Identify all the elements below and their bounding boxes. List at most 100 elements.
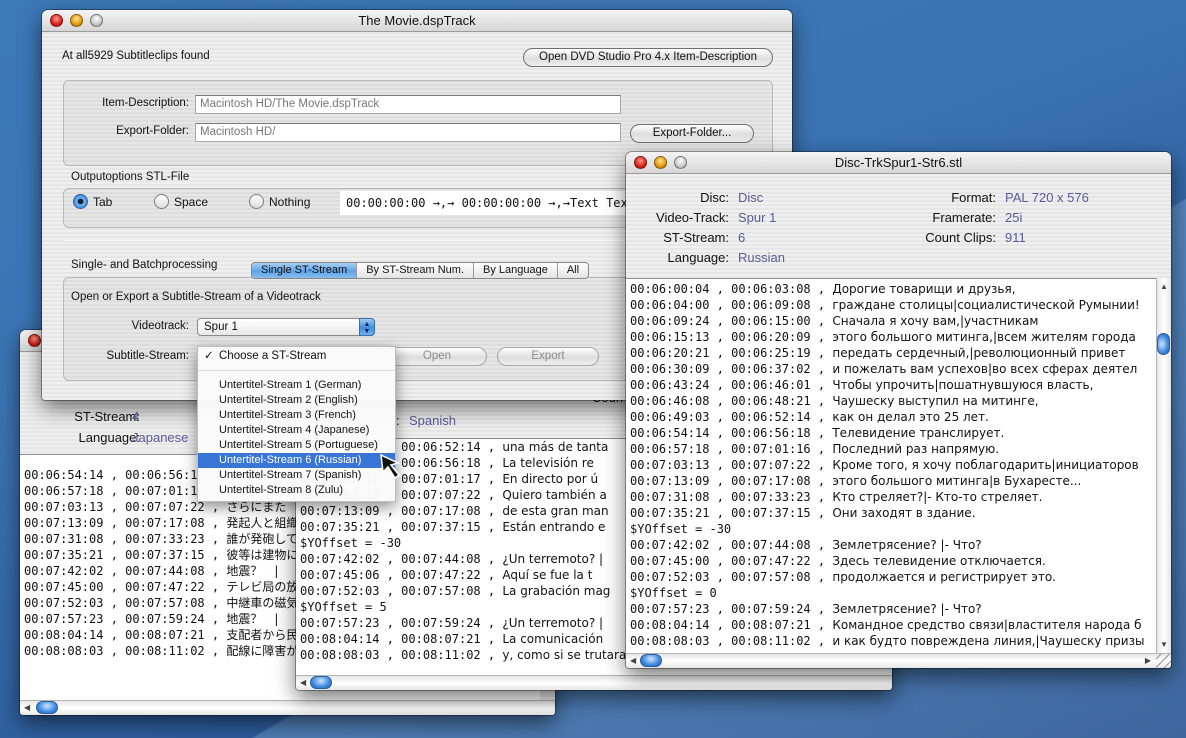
open-button[interactable]: Open — [387, 347, 487, 366]
subtitle-row[interactable]: 00:07:45:00 , 00:07:47:22 , Здесь телеви… — [630, 553, 1156, 569]
scroll-thumb[interactable] — [310, 676, 332, 689]
open-dvd-studio-button[interactable]: Open DVD Studio Pro 4.x Item-Description — [523, 48, 773, 67]
scroll-thumb[interactable] — [36, 701, 58, 714]
menu-item-stream-2[interactable]: Untertitel-Stream 2 (English) — [198, 393, 395, 408]
tab-single-st-stream[interactable]: Single ST-Stream — [252, 263, 358, 278]
subtitle-text: Дорогие товарищи и друзья, — [832, 282, 1016, 296]
subtitle-row[interactable]: 00:07:35:21 , 00:07:37:15 , Они заходят … — [630, 505, 1156, 521]
subtitle-row[interactable]: 00:06:49:03 , 00:06:52:14 , как он делал… — [630, 409, 1156, 425]
radio-button[interactable] — [154, 194, 169, 209]
horizontal-scrollbar[interactable]: ◀ ▶ — [626, 653, 1171, 668]
directive-row[interactable]: $YOffset = 0 — [630, 585, 1156, 601]
close-icon[interactable] — [634, 156, 647, 169]
subtitle-row[interactable]: 00:07:57:23 , 00:07:59:24 , Землетрясени… — [630, 601, 1156, 617]
menu-item-stream-7[interactable]: Untertitel-Stream 7 (Spanish) — [198, 468, 395, 483]
subtitle-row[interactable]: 00:07:31:08 , 00:07:33:23 , Кто стреляет… — [630, 489, 1156, 505]
separator: , — [709, 618, 732, 632]
radio-button[interactable] — [249, 194, 264, 209]
subtitle-text: 支配者から民 — [226, 628, 299, 642]
radio-button[interactable] — [73, 194, 88, 209]
menu-item-stream-4[interactable]: Untertitel-Stream 4 (Japanese) — [198, 423, 395, 438]
window-title: The Movie.dspTrack — [358, 13, 476, 28]
scroll-left-icon[interactable]: ◀ — [630, 656, 636, 665]
resize-grip-icon[interactable] — [1156, 654, 1171, 668]
subtitle-row[interactable]: 00:06:04:00 , 00:06:09:08 , граждане сто… — [630, 297, 1156, 313]
scroll-right-icon[interactable]: ▶ — [1145, 656, 1151, 665]
end-timecode: 00:06:15:00 — [731, 314, 811, 328]
end-timecode: 00:07:07:22 — [125, 500, 205, 514]
subtitle-row[interactable]: 00:06:09:24 , 00:06:15:00 , Сначала я хо… — [630, 313, 1156, 329]
scroll-left-icon[interactable]: ◀ — [300, 678, 306, 687]
subtitle-row[interactable]: 00:06:20:21 , 00:06:25:19 , передать сер… — [630, 345, 1156, 361]
titlebar[interactable]: The Movie.dspTrack — [42, 10, 792, 32]
subtitle-row[interactable]: 00:07:52:03 , 00:07:57:08 , продолжается… — [630, 569, 1156, 585]
subtitle-row[interactable]: 00:06:46:08 , 00:06:48:21 , Чаушеску выс… — [630, 393, 1156, 409]
subtitle-row[interactable]: 00:07:03:13 , 00:07:07:22 , Кроме того, … — [630, 457, 1156, 473]
subtitle-row[interactable]: 00:08:08:03 , 00:08:11:02 , и как будто … — [630, 633, 1156, 649]
radio-tab[interactable]: Tab — [73, 194, 112, 209]
subtitle-row[interactable]: 00:07:42:02 , 00:07:44:08 , Землетрясени… — [630, 537, 1156, 553]
separator: , — [204, 628, 227, 642]
scroll-left-icon[interactable]: ◀ — [24, 703, 30, 712]
tab-by-language[interactable]: By Language — [474, 263, 558, 278]
export-folder-field[interactable]: Macintosh HD/ — [195, 123, 621, 142]
scroll-thumb[interactable] — [640, 654, 662, 667]
end-timecode: 00:06:25:19 — [731, 346, 811, 360]
horizontal-scrollbar[interactable]: ◀ — [20, 700, 555, 715]
start-timecode: 00:06:15:13 — [630, 330, 710, 344]
subtitle-row[interactable]: 00:06:30:09 , 00:06:37:02 , и пожелать в… — [630, 361, 1156, 377]
start-timecode: 00:07:45:00 — [24, 580, 104, 594]
separator: , — [103, 580, 126, 594]
subtitle-stream-menu: ✓ Choose a ST-Stream Untertitel-Stream 1… — [197, 346, 396, 502]
subtitle-stream-label: Subtitle-Stream: — [106, 350, 189, 362]
videotrack-select[interactable]: Spur 1 ▲ ▼ — [197, 318, 375, 336]
separator: , — [204, 596, 227, 610]
subtitle-row[interactable]: 00:06:15:13 , 00:06:20:09 , этого большо… — [630, 329, 1156, 345]
directive-text: $YOffset = -30 — [300, 536, 402, 550]
item-description-field[interactable]: Macintosh HD/The Movie.dspTrack — [195, 95, 621, 114]
export-button[interactable]: Export — [497, 347, 599, 366]
scroll-down-icon[interactable]: ▼ — [1160, 640, 1168, 649]
zoom-icon[interactable] — [674, 156, 687, 169]
subtitle-row[interactable]: 00:07:13:09 , 00:07:17:08 , этого большо… — [630, 473, 1156, 489]
menu-separator — [198, 370, 395, 371]
subtitle-row[interactable]: 00:06:57:18 , 00:07:01:16 , Последний ра… — [630, 441, 1156, 457]
minimize-icon[interactable] — [70, 14, 83, 27]
subtitle-row[interactable]: 00:06:43:24 , 00:06:46:01 , Чтобы упрочи… — [630, 377, 1156, 393]
menu-item-stream-6[interactable]: Untertitel-Stream 6 (Russian) — [198, 453, 395, 468]
horizontal-scrollbar[interactable]: ◀ — [296, 675, 892, 690]
tab-by-st-stream-num[interactable]: By ST-Stream Num. — [357, 263, 474, 278]
start-timecode: 00:07:57:23 — [630, 602, 710, 616]
subtitle-row[interactable]: 00:06:54:14 , 00:06:56:18 , Телевидение … — [630, 425, 1156, 441]
status-text: At all5929 Subtitleclips found — [62, 50, 210, 62]
menu-item-choose-st-stream[interactable]: ✓ Choose a ST-Stream — [198, 349, 395, 364]
menu-item-stream-3[interactable]: Untertitel-Stream 3 (French) — [198, 408, 395, 423]
radio-space[interactable]: Space — [154, 194, 208, 209]
separator: , — [480, 552, 503, 566]
titlebar[interactable]: Disc-TrkSpur1-Str6.stl — [626, 152, 1171, 174]
scroll-up-icon[interactable]: ▲ — [1160, 282, 1168, 291]
scroll-thumb[interactable] — [1157, 333, 1170, 355]
subtitle-list[interactable]: 00:06:00:04 , 00:06:03:08 , Дорогие това… — [626, 278, 1156, 653]
radio-label: Space — [174, 194, 209, 209]
subtitle-row[interactable]: 00:08:04:14 , 00:08:07:21 , Командное ср… — [630, 617, 1156, 633]
separator: , — [810, 506, 833, 520]
end-timecode: 00:07:01:16 — [731, 442, 811, 456]
zoom-icon[interactable] — [90, 14, 103, 27]
end-timecode: 00:06:20:09 — [731, 330, 811, 344]
subtitle-row[interactable]: 00:06:00:04 , 00:06:03:08 , Дорогие това… — [630, 281, 1156, 297]
close-icon[interactable] — [28, 334, 41, 347]
export-folder-button[interactable]: Export-Folder... — [630, 124, 754, 143]
radio-nothing[interactable]: Nothing — [249, 194, 310, 209]
vertical-scrollbar[interactable]: ▲ ▼ — [1156, 278, 1171, 653]
subtitle-text: ¿Un terremoto? | — [502, 552, 604, 566]
minimize-icon[interactable] — [654, 156, 667, 169]
menu-item-stream-5[interactable]: Untertitel-Stream 5 (Portuguese) — [198, 438, 395, 453]
tab-all[interactable]: All — [558, 263, 588, 278]
separator: , — [204, 564, 227, 578]
close-icon[interactable] — [50, 14, 63, 27]
separator: , — [204, 548, 227, 562]
menu-item-stream-8[interactable]: Untertitel-Stream 8 (Zulu) — [198, 483, 395, 498]
menu-item-stream-1[interactable]: Untertitel-Stream 1 (German) — [198, 378, 395, 393]
directive-row[interactable]: $YOffset = -30 — [630, 521, 1156, 537]
